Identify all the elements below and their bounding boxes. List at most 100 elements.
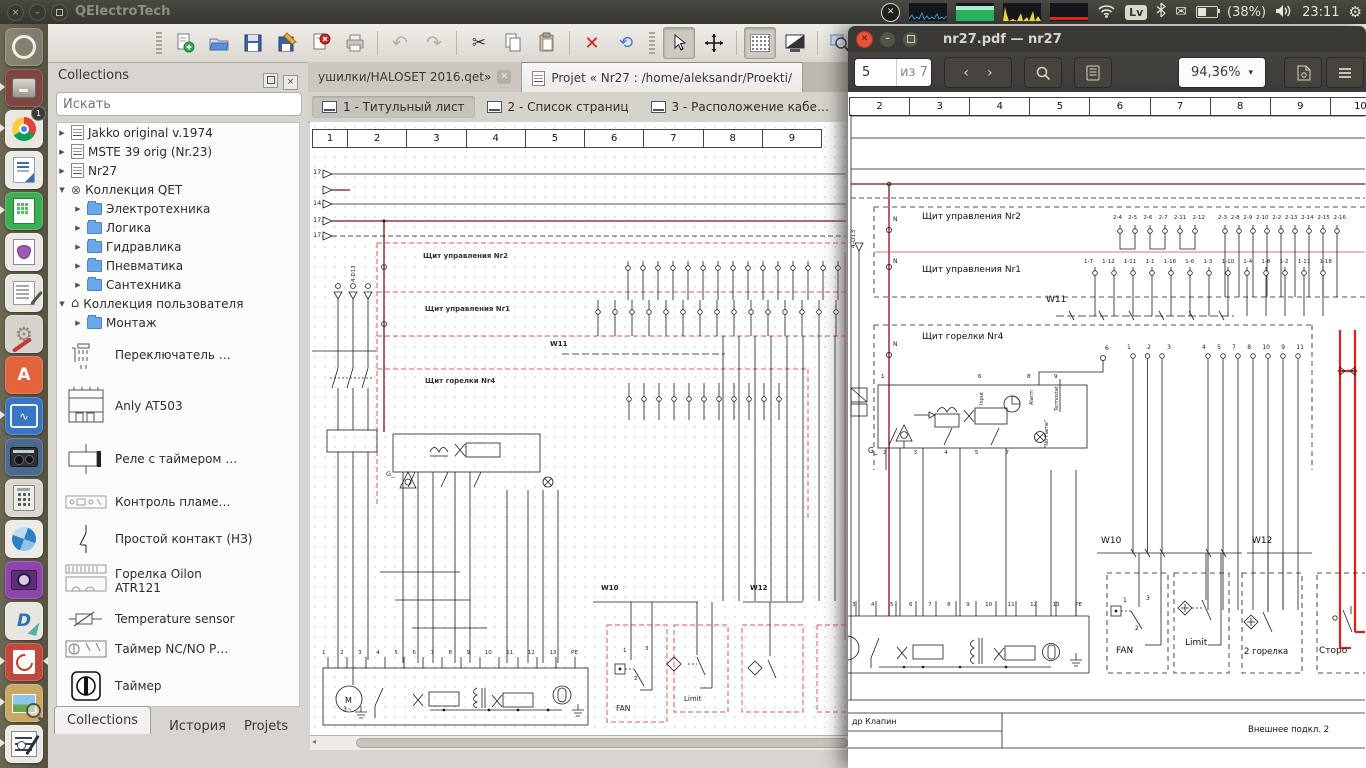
search-input[interactable] [56,92,302,116]
element-item-temperature-sensor[interactable]: Temperature sensor [57,604,299,634]
close-file-button[interactable] [306,28,336,58]
expand-arrow-icon[interactable]: ▶ [73,281,83,289]
launcher-item-media-player[interactable] [5,561,43,599]
search-button[interactable] [1024,57,1062,88]
expand-arrow-icon[interactable]: ▶ [73,262,83,270]
paste-button[interactable] [532,28,562,58]
launcher-item-libreoffice-base[interactable] [5,233,43,271]
cut-button[interactable]: ✂ [464,28,494,58]
tree-item-folder[interactable]: ▶Электротехника [57,199,299,218]
save-as-button[interactable] [272,28,302,58]
menu-button[interactable] [1326,57,1364,88]
launcher-item-chrome[interactable]: 1 [5,110,43,148]
tree-item-folder[interactable]: ▶Гидравлика [57,237,299,256]
select-tool-button[interactable] [663,27,695,59]
launcher-item-geometry-app[interactable]: D [5,602,43,640]
expand-arrow-icon[interactable]: ▶ [57,148,67,156]
expand-arrow-icon[interactable]: ▶ [73,205,83,213]
sidebar-toggle-button[interactable] [1074,57,1112,88]
dock-close-button[interactable]: × [279,69,298,90]
tree-item-project[interactable]: ▶Nr27 [57,161,299,180]
next-page-button[interactable]: › [987,65,993,81]
expand-arrow-icon[interactable]: ▶ [57,167,67,175]
scroll-left-arrow-icon[interactable]: ◂ [312,737,316,746]
tree-item-project[interactable]: ▶Jakko original v.1974 [57,123,299,142]
annotations-button[interactable] [1284,57,1322,88]
expand-arrow-icon[interactable]: ▶ [57,129,67,137]
dock-tab-history[interactable]: История [169,719,226,734]
window-minimize-button[interactable]: – [29,4,46,21]
tree-item-folder[interactable]: ▶Монтаж [57,313,299,332]
window-close-button[interactable]: × [7,4,24,21]
launcher-item-software-center[interactable]: A [5,356,43,394]
element-item-switch[interactable]: Переключатель … [57,332,299,378]
tree-item-user-collection[interactable]: ▼⌂Коллекция пользователя [57,294,299,313]
expand-arrow-icon[interactable]: ▶ [73,319,83,327]
expand-arrow-icon[interactable]: ▶ [73,243,83,251]
diagram-tab-2[interactable]: 2 - Список страниц [477,96,639,118]
launcher-item-calculator[interactable] [5,479,43,517]
pdf-title-bar[interactable]: ✕ – nr27.pdf — nr27 [848,26,1366,52]
tree-item-project[interactable]: ▶MSTE 39 orig (Nr.23) [57,142,299,161]
element-item-oilon-burner[interactable]: Горелка OilonATR121 [57,558,299,604]
dock-tab-projets[interactable]: Projets [244,719,288,734]
diagram-tab-1[interactable]: 1 - Титульный лист [312,96,475,118]
window-maximize-button[interactable] [51,4,68,21]
open-project-button[interactable] [204,28,234,58]
tree-item-folder[interactable]: ▶Логика [57,218,299,237]
element-item-timer-relay[interactable]: Реле с таймером … [57,434,299,484]
tree-item-folder[interactable]: ▶Сантехника [57,275,299,294]
battery-icon[interactable] [1196,6,1218,18]
move-tool-button[interactable] [699,28,729,58]
element-item-timer-ncno[interactable]: Таймер NC/NO P… [57,634,299,664]
dock-tab-collections[interactable]: Collections [54,706,151,734]
launcher-item-libreoffice-calc[interactable] [5,192,43,230]
grid-toggle-button[interactable] [744,27,776,59]
window-minimize-button[interactable]: – [879,31,896,48]
memory-graph-icon[interactable] [956,3,994,21]
collapse-arrow-icon[interactable]: ▼ [57,300,67,308]
launcher-item-image-viewer[interactable] [5,684,43,722]
page-number-input[interactable] [855,59,896,86]
launcher-item-libreoffice-writer[interactable] [5,151,43,189]
element-item-simple-contact[interactable]: Простой контакт (НЗ) [57,520,299,558]
launcher-item-radio[interactable] [5,438,43,476]
session-indicator-icon[interactable]: ✕ [881,3,900,22]
expand-arrow-icon[interactable]: ▶ [73,224,83,232]
tab-close-icon[interactable]: ✕ [497,70,511,84]
network-graph-icon[interactable] [1003,3,1041,21]
window-maximize-button[interactable] [902,31,919,48]
dock-float-button[interactable] [259,69,278,88]
print-button[interactable] [340,28,370,58]
wifi-icon[interactable] [1097,3,1116,22]
keyboard-layout-indicator[interactable]: Lv [1125,5,1147,20]
cpu-graph-icon[interactable] [909,3,947,21]
rotate-button[interactable]: ⟲ [611,28,641,58]
redo-button[interactable]: ↷ [419,28,449,58]
diagram-tab-3[interactable]: 3 - Расположение кабе… [641,96,839,118]
launcher-item-dash[interactable] [5,28,43,66]
element-item-timer[interactable]: Таймер [57,664,299,707]
element-item-anly-at503[interactable]: Anly AT503 [57,378,299,434]
display-toggle-button[interactable] [780,28,810,58]
disk-graph-icon[interactable] [1050,3,1088,21]
previous-page-button[interactable]: ‹ [963,65,969,81]
toolbar-grip[interactable] [156,32,162,54]
volume-icon[interactable] [1275,3,1293,22]
window-close-button[interactable]: ✕ [856,31,873,48]
bluetooth-icon[interactable] [1156,2,1166,22]
launcher-item-system-monitor[interactable]: ∿ [5,397,43,435]
launcher-item-system-tools[interactable]: ⚙ [5,315,43,353]
horizontal-scrollbar[interactable]: ◂ [310,735,856,750]
new-document-button[interactable] [170,28,200,58]
launcher-item-file-manager[interactable] [5,69,43,107]
collapse-arrow-icon[interactable]: ▼ [57,186,67,194]
launcher-item-evince[interactable] [5,643,43,681]
mail-indicator-icon[interactable]: ✉ [1175,4,1187,20]
session-gear-icon[interactable]: ⚙ [1349,3,1362,21]
copy-button[interactable] [498,28,528,58]
launcher-item-qelectrotech[interactable] [5,725,43,763]
delete-button[interactable]: ✕ [577,28,607,58]
pdf-page[interactable]: 2345678910 [848,92,1366,768]
launcher-item-photo-app[interactable] [5,520,43,558]
